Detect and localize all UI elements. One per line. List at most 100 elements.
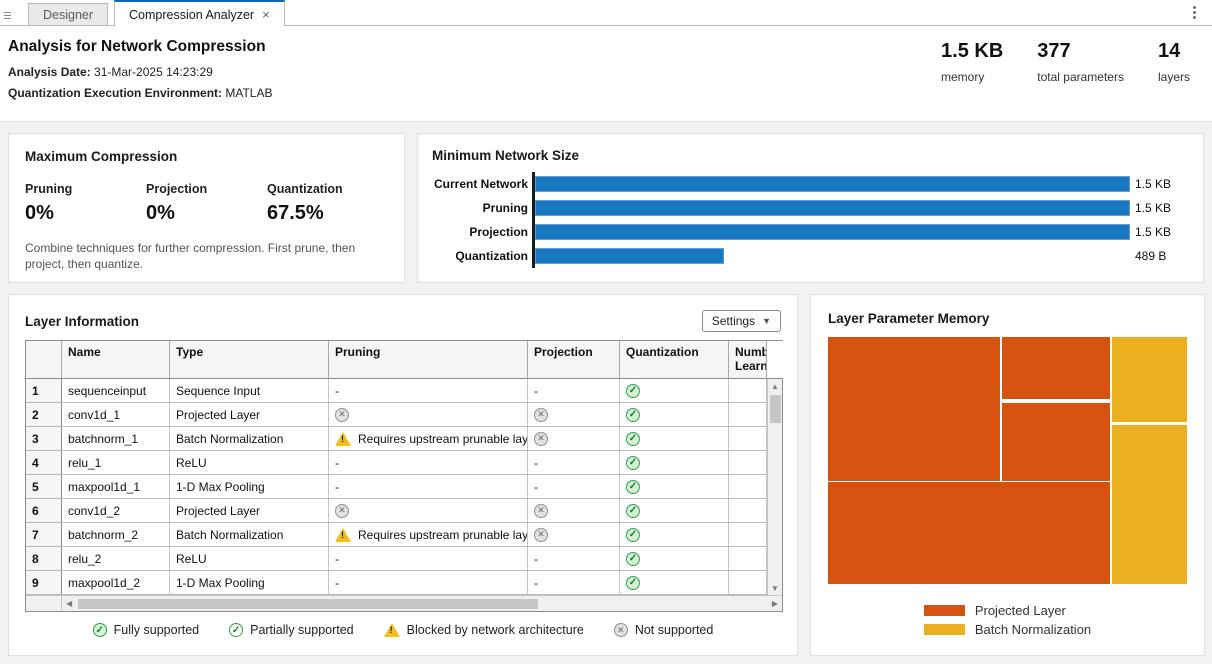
table-row[interactable]: 1sequenceinputSequence Input--✓ <box>26 379 767 403</box>
learnables-cell <box>729 523 767 546</box>
tab-bar: Designer Compression Analyzer × <box>0 0 1212 26</box>
fully-supported-icon: ✓ <box>626 384 640 398</box>
treemap-rect[interactable] <box>1112 425 1187 584</box>
legend-item: ✓Partially supported <box>229 623 354 637</box>
legend-label: Batch Normalization <box>975 622 1091 637</box>
horizontal-scrollbar[interactable]: ◀ ▶ <box>62 596 782 611</box>
projection-cell: ✕ <box>528 403 620 426</box>
pruning-cell: ✕ <box>329 403 528 426</box>
treemap-rect[interactable] <box>1002 403 1110 481</box>
warning-icon: ! <box>335 432 351 446</box>
table-row[interactable]: 5maxpool1d_11-D Max Pooling--✓ <box>26 475 767 499</box>
report-header: Analysis for Network Compression Analysi… <box>0 26 1212 122</box>
pruning-cell: ✕ <box>329 499 528 522</box>
projection-cell: - <box>528 571 620 594</box>
name-cell: relu_1 <box>62 451 170 474</box>
environment-label: Quantization Execution Environment: <box>8 86 222 100</box>
learnables-cell <box>729 547 767 570</box>
environment-value: MATLAB <box>225 86 272 100</box>
legend-label: Blocked by network architecture <box>407 623 584 637</box>
column-header[interactable]: Number of Learnables <box>729 341 767 378</box>
settings-button[interactable]: Settings ▼ <box>702 310 781 332</box>
maximum-compression-description: Combine techniques for further compressi… <box>25 241 381 272</box>
panel-grip-icon[interactable] <box>0 5 14 25</box>
table-row[interactable]: 9maxpool1d_21-D Max Pooling--✓ <box>26 571 767 595</box>
bar <box>535 200 1130 216</box>
summary-stat: 14 layers <box>1158 40 1190 84</box>
layer-information-title: Layer Information <box>25 314 139 329</box>
table-row[interactable]: 8relu_2ReLU--✓ <box>26 547 767 571</box>
summary-stats: 1.5 KBmemory377total parameters14layers <box>941 40 1190 84</box>
not-supported-icon: ✕ <box>534 528 548 542</box>
bar-chart-row: Quantization489 B <box>432 244 1187 268</box>
bar-value-label: 1.5 KB <box>1130 225 1171 239</box>
column-header[interactable] <box>26 341 62 378</box>
stat-value: 377 <box>1037 40 1124 63</box>
name-cell: batchnorm_2 <box>62 523 170 546</box>
row-number-cell: 6 <box>26 499 62 522</box>
legend-item: ! Blocked by network architecture <box>384 623 584 637</box>
treemap-rect[interactable] <box>828 337 1000 481</box>
kebab-menu-icon[interactable] <box>1191 4 1198 21</box>
scroll-right-icon[interactable]: ▶ <box>772 599 778 608</box>
vertical-scrollbar[interactable]: ▲ ▼ <box>767 379 782 595</box>
stat-label: layers <box>1158 70 1190 84</box>
column-header[interactable]: Name <box>62 341 170 378</box>
name-cell: conv1d_2 <box>62 499 170 522</box>
warning-icon: ! <box>384 623 400 637</box>
pruning-cell: !Requires upstream prunable layer <box>329 427 528 450</box>
fully-supported-icon: ✓ <box>626 552 640 566</box>
minimum-network-size-panel: Minimum Network Size Current Network1.5 … <box>417 133 1204 283</box>
layer-table-rows: 1sequenceinputSequence Input--✓2conv1d_1… <box>26 379 767 595</box>
projection-cell: ✕ <box>528 523 620 546</box>
table-row[interactable]: 7batchnorm_2Batch Normalization!Requires… <box>26 523 767 547</box>
learnables-cell <box>729 571 767 594</box>
column-header[interactable]: Projection <box>528 341 620 378</box>
scroll-down-icon[interactable]: ▼ <box>771 581 779 595</box>
bar <box>535 224 1130 240</box>
layer-parameter-memory-panel: Layer Parameter Memory Projected LayerBa… <box>810 294 1205 656</box>
stat-value: 14 <box>1158 40 1190 63</box>
bar-track <box>532 244 1130 268</box>
table-row[interactable]: 4relu_1ReLU--✓ <box>26 451 767 475</box>
treemap-rect[interactable] <box>1112 337 1187 422</box>
analysis-date-value: 31-Mar-2025 14:23:29 <box>94 65 213 79</box>
column-header[interactable]: Quantization <box>620 341 729 378</box>
table-row[interactable]: 2conv1d_1Projected Layer✕✕✓ <box>26 403 767 427</box>
tab-compression-analyzer-label: Compression Analyzer <box>129 8 254 22</box>
table-row[interactable]: 6conv1d_2Projected Layer✕✕✓ <box>26 499 767 523</box>
legend-swatch <box>924 605 965 616</box>
column-header[interactable]: Type <box>170 341 329 378</box>
support-legend: ✓Fully supported✓Partially supported!Blo… <box>25 623 781 637</box>
technique-value: 0% <box>146 202 267 225</box>
fully-supported-icon: ✓ <box>626 504 640 518</box>
close-tab-icon[interactable]: × <box>262 8 270 21</box>
type-cell: Batch Normalization <box>170 427 329 450</box>
bar-category-label: Quantization <box>432 249 532 263</box>
legend-label: Fully supported <box>114 623 199 637</box>
row-number-cell: 8 <box>26 547 62 570</box>
layer-information-panel: Layer Information Settings ▼ NameTypePru… <box>8 294 798 656</box>
type-cell: Projected Layer <box>170 403 329 426</box>
name-cell: maxpool1d_1 <box>62 475 170 498</box>
bar-category-label: Current Network <box>432 177 532 191</box>
vertical-scroll-thumb[interactable] <box>770 395 781 423</box>
quantization-cell: ✓ <box>620 379 729 402</box>
not-supported-icon: ✕ <box>614 623 628 637</box>
pruning-cell: !Requires upstream prunable layer <box>329 523 528 546</box>
horizontal-scroll-thumb[interactable] <box>78 599 538 609</box>
table-row[interactable]: 3batchnorm_1Batch Normalization!Requires… <box>26 427 767 451</box>
tab-designer[interactable]: Designer <box>28 3 108 25</box>
quantization-cell: ✓ <box>620 547 729 570</box>
learnables-cell <box>729 451 767 474</box>
column-header[interactable]: Pruning <box>329 341 528 378</box>
scroll-left-icon[interactable]: ◀ <box>66 599 72 608</box>
quantization-cell: ✓ <box>620 475 729 498</box>
treemap-rect[interactable] <box>828 482 1110 584</box>
tab-compression-analyzer[interactable]: Compression Analyzer × <box>114 0 285 26</box>
name-cell: relu_2 <box>62 547 170 570</box>
pruning-cell: - <box>329 451 528 474</box>
scroll-up-icon[interactable]: ▲ <box>771 379 779 393</box>
treemap-rect[interactable] <box>1002 337 1110 399</box>
treemap-legend-item: Projected Layer <box>924 603 1091 618</box>
